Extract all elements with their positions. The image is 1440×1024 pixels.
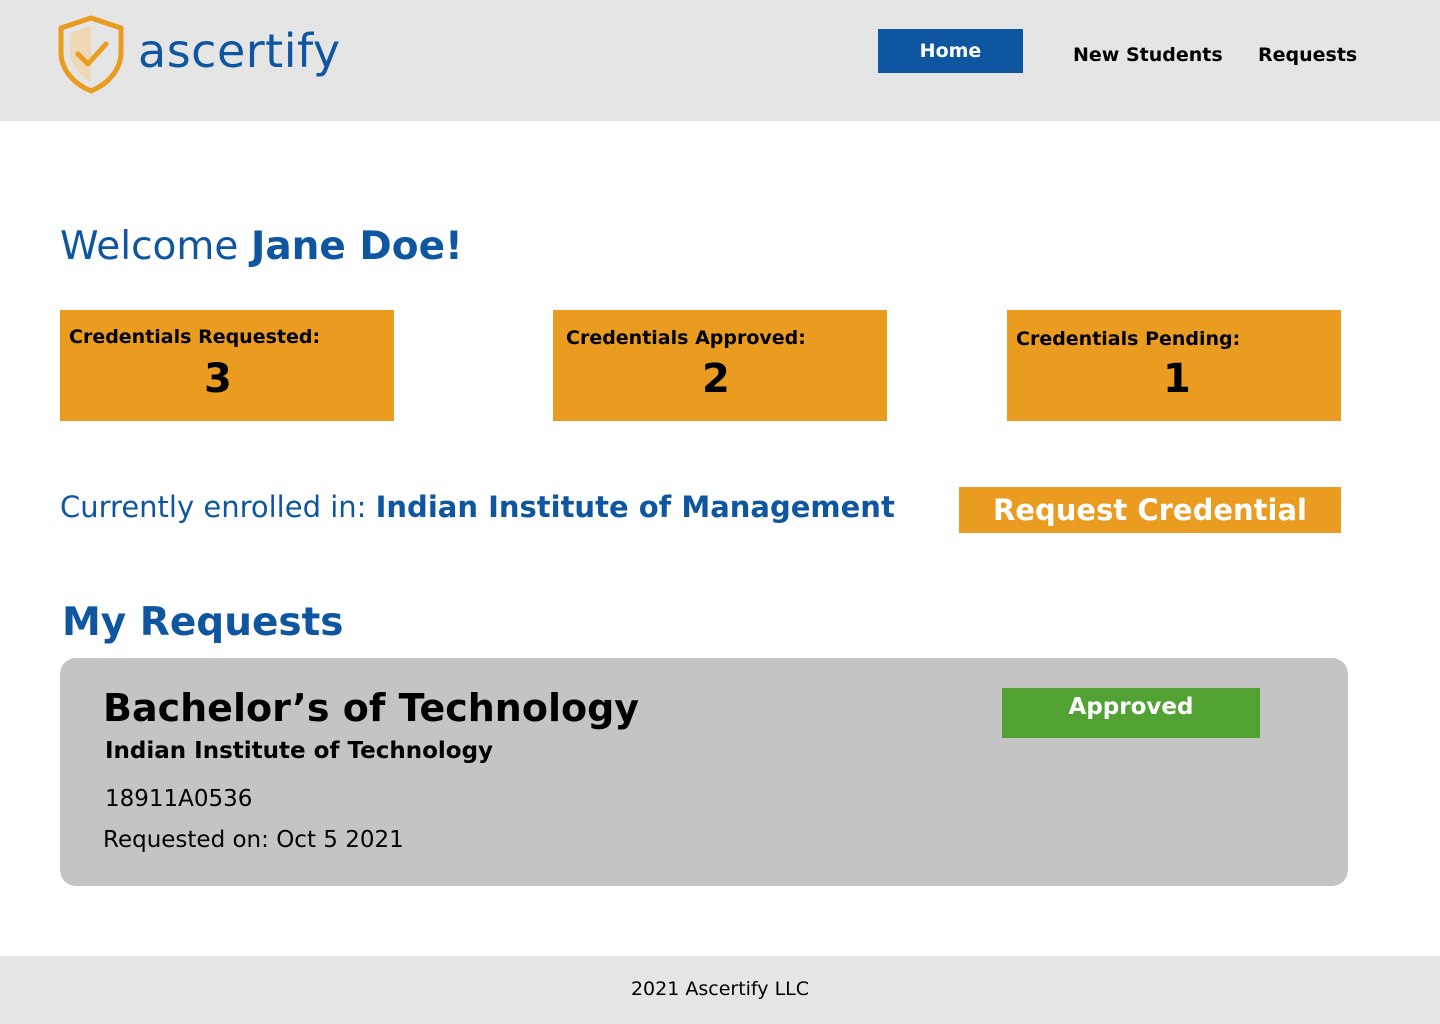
status-badge: Approved: [1002, 688, 1260, 738]
request-institution: Indian Institute of Technology: [105, 738, 494, 764]
enrollment-prefix: Currently enrolled in:: [60, 490, 367, 524]
request-student-id: 18911A0536: [105, 786, 253, 812]
stat-card-approved: Credentials Approved: 2: [553, 310, 887, 421]
nav-home[interactable]: Home: [878, 29, 1023, 73]
welcome-heading: Welcome Jane Doe!: [60, 224, 463, 269]
request-credential-button[interactable]: Request Credential: [959, 487, 1341, 533]
stat-value: 2: [702, 356, 730, 402]
nav-requests[interactable]: Requests: [1258, 44, 1357, 66]
request-card[interactable]: Bachelor’s of Technology Indian Institut…: [60, 658, 1348, 886]
header: ascertify Home New Students Requests: [0, 0, 1440, 121]
stat-value: 1: [1163, 356, 1191, 402]
shield-check-icon: [56, 14, 126, 94]
welcome-user-name: Jane Doe!: [250, 224, 463, 269]
my-requests-heading: My Requests: [62, 600, 344, 645]
enrollment-info: Currently enrolled in: Indian Institute …: [60, 490, 895, 524]
stat-label: Credentials Pending:: [1016, 328, 1241, 350]
request-date: Requested on: Oct 5 2021: [103, 827, 404, 853]
logo-text: ascertify: [138, 24, 341, 78]
nav-new-students[interactable]: New Students: [1073, 44, 1223, 66]
stat-label: Credentials Requested:: [69, 326, 321, 348]
stat-label: Credentials Approved:: [566, 327, 806, 349]
request-degree: Bachelor’s of Technology: [103, 686, 640, 730]
stat-card-pending: Credentials Pending: 1: [1007, 310, 1341, 421]
enrollment-institution: Indian Institute of Management: [375, 490, 895, 524]
footer: 2021 Ascertify LLC: [0, 956, 1440, 1024]
stat-card-requested: Credentials Requested: 3: [60, 310, 394, 421]
welcome-prefix: Welcome: [60, 224, 239, 269]
stat-value: 3: [204, 356, 232, 402]
footer-copyright: 2021 Ascertify LLC: [630, 978, 810, 1000]
logo[interactable]: ascertify: [56, 14, 341, 94]
